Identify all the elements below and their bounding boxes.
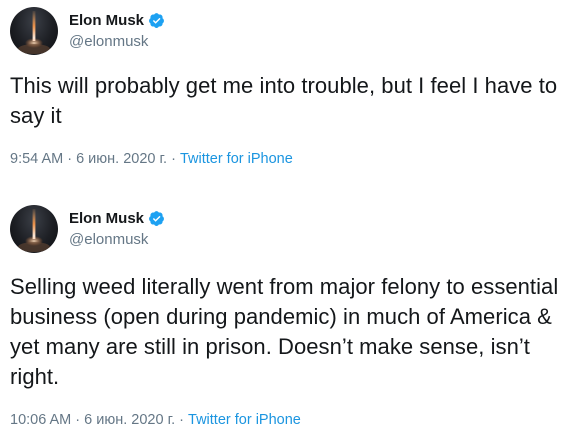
author-info: Elon Musk @elonmusk xyxy=(69,11,165,52)
author-handle[interactable]: @elonmusk xyxy=(69,230,165,250)
meta-separator: · xyxy=(175,412,189,428)
verified-badge-icon xyxy=(148,210,165,227)
meta-separator: · xyxy=(167,151,180,167)
tweet-text: This will probably get me into trouble, … xyxy=(10,73,558,128)
tweet-text: Selling weed literally went from major f… xyxy=(10,274,559,389)
display-name[interactable]: Elon Musk xyxy=(69,209,144,229)
author-handle[interactable]: @elonmusk xyxy=(69,32,165,52)
verified-badge-icon xyxy=(148,12,165,29)
tweet-timestamp[interactable]: 9:54 AM · 6 июн. 2020 г. xyxy=(10,151,167,167)
tweet-header: Elon Musk @elonmusk xyxy=(10,204,165,254)
author-info: Elon Musk @elonmusk xyxy=(69,209,165,250)
display-name[interactable]: Elon Musk xyxy=(69,11,144,31)
tweet-meta: 10:06 AM · 6 июн. 2020 г. · Twitter for … xyxy=(10,410,301,430)
rocket-launch-icon xyxy=(18,11,50,54)
name-row: Elon Musk xyxy=(69,11,165,31)
rocket-launch-icon xyxy=(18,209,50,252)
tweet-source-link[interactable]: Twitter for iPhone xyxy=(188,412,301,428)
tweet-timestamp[interactable]: 10:06 AM · 6 июн. 2020 г. xyxy=(10,412,175,428)
avatar[interactable] xyxy=(10,205,58,253)
avatar[interactable] xyxy=(10,7,58,55)
tweet-meta: 9:54 AM · 6 июн. 2020 г. · Twitter for i… xyxy=(10,149,293,169)
tweet-header: Elon Musk @elonmusk xyxy=(10,6,165,56)
name-row: Elon Musk xyxy=(69,209,165,229)
tweet-source-link[interactable]: Twitter for iPhone xyxy=(180,151,293,167)
